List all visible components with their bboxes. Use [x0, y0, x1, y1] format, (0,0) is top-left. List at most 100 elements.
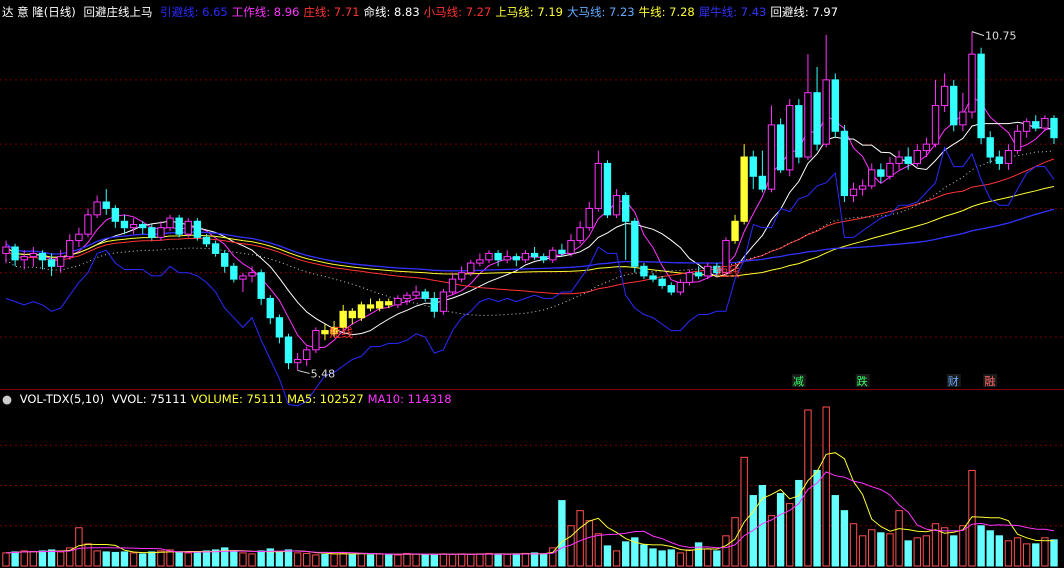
candle-body[interactable] [612, 195, 621, 216]
volume-bar[interactable] [284, 549, 293, 567]
candlesticks[interactable] [2, 31, 1058, 371]
volume-bar[interactable] [594, 533, 603, 567]
volume-bar[interactable] [986, 530, 994, 567]
volume-bar[interactable] [257, 550, 265, 567]
volume-bar[interactable] [649, 548, 657, 567]
volume-bar[interactable] [476, 553, 484, 567]
candle-body[interactable] [740, 156, 748, 222]
volume-bar[interactable] [494, 553, 502, 567]
volume-bar[interactable] [886, 533, 894, 567]
candle-body[interactable] [193, 220, 202, 238]
candle-body[interactable] [202, 236, 211, 245]
volume-bar[interactable] [549, 547, 557, 567]
candle-body[interactable] [394, 297, 402, 306]
volume-bar[interactable] [1050, 539, 1058, 567]
candle-body[interactable] [38, 252, 47, 261]
volume-bar[interactable] [385, 553, 393, 567]
candle-body[interactable] [348, 310, 356, 319]
volume-bar[interactable] [184, 552, 192, 567]
volume-bar[interactable] [211, 549, 220, 567]
volume-bar[interactable] [11, 551, 19, 567]
candle-body[interactable] [995, 156, 1004, 164]
candle-body[interactable] [111, 207, 120, 222]
volume-bar[interactable] [822, 406, 830, 567]
volume-bar[interactable] [786, 503, 794, 567]
volume-bar[interactable] [640, 544, 648, 567]
candle-body[interactable] [448, 278, 457, 293]
volume-bar[interactable] [38, 550, 47, 567]
candle-body[interactable] [375, 301, 384, 309]
volume-bar[interactable] [904, 540, 912, 567]
volume-bar[interactable] [767, 515, 776, 567]
volume-bar[interactable] [375, 553, 384, 567]
volume-bar[interactable] [776, 493, 785, 567]
candle-body[interactable] [503, 256, 511, 261]
volume-bar[interactable] [129, 552, 138, 567]
candle-body[interactable] [749, 156, 757, 177]
volume-bar[interactable] [603, 545, 612, 567]
volume-bar[interactable] [1032, 543, 1040, 567]
candle-body[interactable] [585, 207, 593, 229]
volume-bar[interactable] [849, 523, 858, 567]
candle-body[interactable] [603, 162, 612, 216]
candle-body[interactable] [1032, 121, 1040, 129]
volume-bar[interactable] [959, 525, 967, 567]
volume-bar[interactable] [29, 550, 38, 567]
candle-body[interactable] [166, 217, 174, 229]
volume-bar[interactable] [202, 550, 211, 567]
volume-bar[interactable] [448, 553, 457, 567]
candle-body[interactable] [2, 246, 10, 254]
candle-body[interactable] [950, 85, 958, 126]
volume-bar[interactable] [485, 552, 493, 567]
volume-bar[interactable] [831, 495, 839, 567]
candle-body[interactable] [248, 272, 256, 277]
candle-body[interactable] [676, 281, 685, 293]
candle-body[interactable] [139, 224, 147, 229]
volume-bar[interactable] [47, 549, 56, 567]
volume-bar[interactable] [20, 550, 28, 567]
candle-body[interactable] [403, 294, 411, 299]
volume-bar[interactable] [667, 549, 675, 567]
candle-body[interactable] [931, 105, 940, 145]
candle-body[interactable] [66, 240, 74, 258]
candle-body[interactable] [75, 233, 83, 242]
volume-bar[interactable] [713, 550, 721, 567]
volume-bar[interactable] [339, 552, 347, 567]
candle-body[interactable] [822, 79, 830, 145]
volume-bar[interactable] [922, 535, 931, 567]
candle-body[interactable] [430, 297, 439, 312]
volume-bar[interactable] [722, 535, 730, 567]
volume-bar[interactable] [148, 551, 156, 567]
candle-body[interactable] [576, 227, 584, 242]
candle-body[interactable] [795, 105, 803, 158]
candle-body[interactable] [877, 169, 885, 177]
volume-bar[interactable] [840, 510, 849, 567]
volume-bar[interactable] [93, 550, 101, 567]
candle-body[interactable] [694, 272, 703, 277]
candle-body[interactable] [685, 272, 694, 283]
volume-bar[interactable] [1013, 537, 1022, 567]
volume-bar[interactable] [457, 553, 466, 567]
candle-body[interactable] [129, 224, 138, 229]
volume-bar[interactable] [394, 554, 402, 567]
candle-body[interactable] [786, 105, 794, 171]
volume-bar[interactable] [795, 479, 803, 567]
volume-bar[interactable] [539, 553, 548, 567]
candle-body[interactable] [385, 301, 393, 306]
candle-body[interactable] [658, 278, 666, 287]
candle-body[interactable] [858, 185, 867, 190]
volume-bar[interactable] [895, 510, 903, 567]
volume-bar[interactable] [576, 510, 584, 567]
candle-body[interactable] [257, 272, 265, 299]
volume-bar[interactable] [1004, 540, 1013, 567]
candle-body[interactable] [339, 310, 347, 328]
volume-bar[interactable] [303, 552, 311, 567]
candle-body[interactable] [913, 150, 921, 164]
candle-body[interactable] [239, 275, 247, 280]
volume-bar[interactable] [421, 554, 429, 567]
volume-bar[interactable] [275, 551, 284, 567]
candle-body[interactable] [849, 188, 858, 197]
volume-bar[interactable] [403, 552, 411, 567]
volume-bar[interactable] [558, 500, 566, 567]
volume-bar[interactable] [530, 552, 539, 567]
